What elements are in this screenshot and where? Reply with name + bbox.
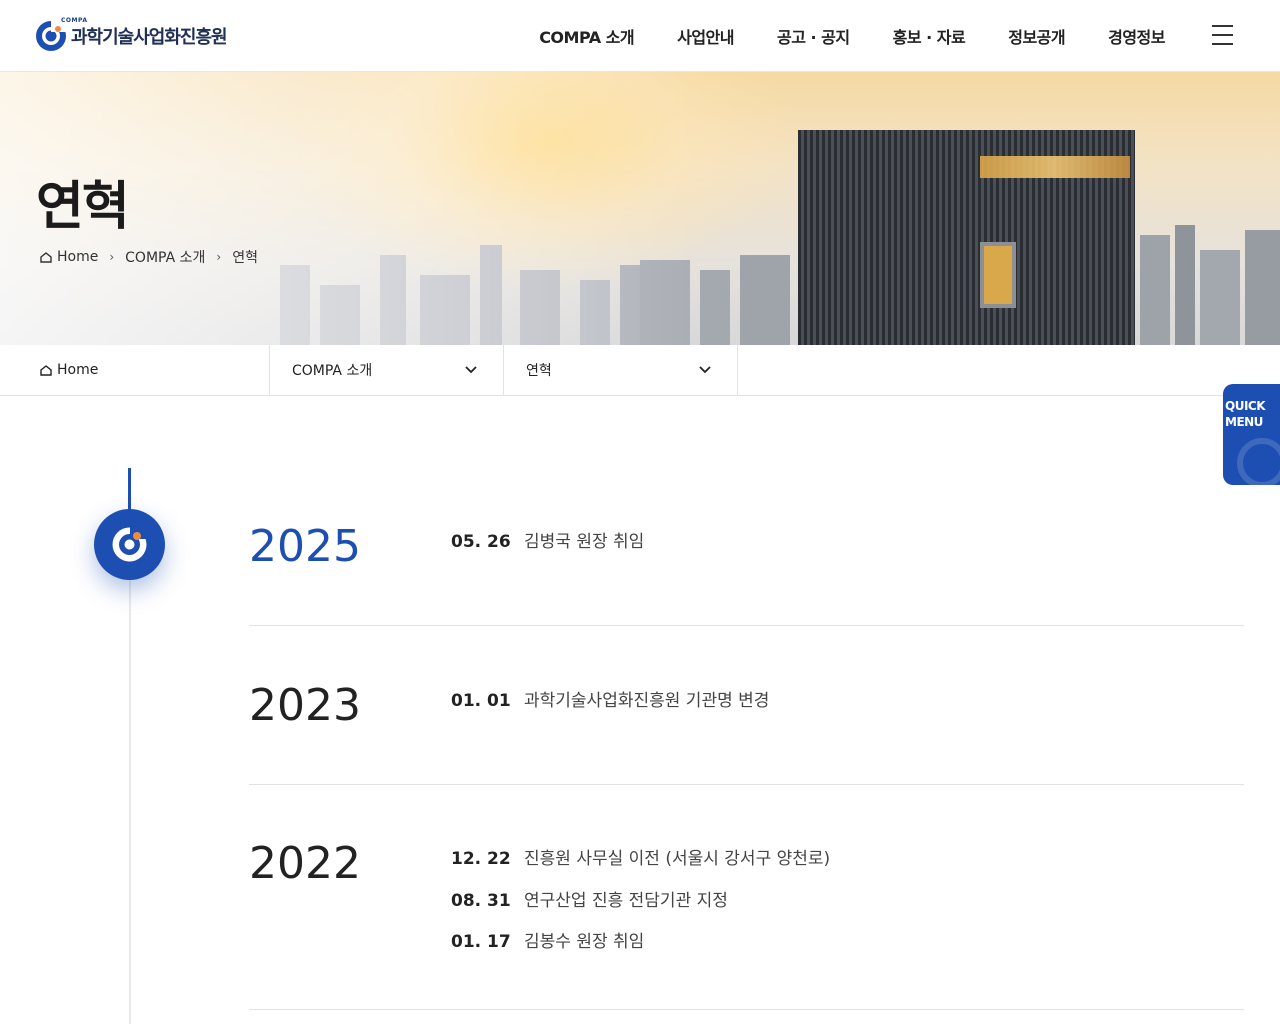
timeline-year-2023: 2023 01. 01 과학기술사업화진흥원 기관명 변경 [249,626,1244,785]
event-date: 01. 17 [451,932,511,952]
nav-item-compa-intro[interactable]: COMPA 소개 [539,24,634,48]
nav-item-pr[interactable]: 홍보 · 자료 [893,24,966,48]
event-date: 08. 31 [451,891,511,911]
quick-menu-line2: MENU [1225,415,1263,429]
event-date: 05. 26 [451,532,511,552]
event-date: 01. 01 [451,691,511,711]
timeline-year-2022: 2022 12. 22 진흥원 사무실 이전 (서울시 강서구 양천로) 08.… [249,785,1244,1010]
timeline-event: 08. 31 연구산업 진흥 전담기관 지정 [451,886,728,911]
timeline-event: 01. 17 김봉수 원장 취임 [451,927,644,952]
nav-item-business[interactable]: 사업안내 [677,24,734,48]
year-label: 2023 [249,680,361,731]
subnav-home-label: Home [57,362,99,378]
breadcrumb-home[interactable]: Home [57,249,98,265]
quick-menu-line1: QUICK [1225,399,1266,413]
event-text: 김봉수 원장 취임 [524,932,645,952]
year-label: 2022 [249,838,361,889]
chevron-down-icon [465,366,477,374]
breadcrumb-compa-intro[interactable]: COMPA 소개 [125,247,205,267]
breadcrumb-current: 연혁 [232,250,258,266]
home-icon [40,251,52,263]
event-text: 진흥원 사무실 이전 (서울시 강서구 양천로) [524,849,831,869]
subnav-dropdown-level2[interactable]: 연혁 [504,345,738,395]
subnav-dropdown-level1[interactable]: COMPA 소개 [270,345,504,395]
site-logo[interactable]: COMPA 과학기술사업화진흥원 [35,17,228,54]
breadcrumb: Home › COMPA 소개 › 연혁 [40,247,258,267]
quick-menu-logo-icon [1237,438,1280,485]
subnav-level1-label: COMPA 소개 [292,363,373,379]
page-title: 연혁 [36,177,130,237]
nav-item-notice[interactable]: 공고 · 공지 [777,24,850,48]
timeline-line-active [128,468,131,512]
timeline-event: 12. 22 진흥원 사무실 이전 (서울시 강서구 양천로) [451,844,830,869]
sub-navigation: Home COMPA 소개 연혁 [0,345,1280,396]
menu-icon[interactable] [1212,25,1233,45]
subnav-level2-label: 연혁 [526,363,552,379]
compa-logo-icon [112,525,150,562]
nav-item-disclosure[interactable]: 정보공개 [1008,24,1065,48]
compa-logo-icon [36,20,67,51]
timeline-event: 01. 01 과학기술사업화진흥원 기관명 변경 [451,686,769,711]
timeline-year-2025: 2025 05. 26 김병국 원장 취임 [249,490,1244,626]
event-text: 김병국 원장 취임 [524,532,645,552]
chevron-down-icon [699,366,711,374]
event-text: 연구산업 진흥 전담기관 지정 [524,891,728,911]
nav-item-management[interactable]: 경영정보 [1108,24,1165,48]
quick-menu-button[interactable]: QUICK MENU [1223,384,1280,485]
home-icon [40,364,52,376]
timeline-badge [94,509,165,580]
hero-banner: 연혁 Home › COMPA 소개 › 연혁 [0,72,1280,345]
event-text: 과학기술사업화진흥원 기관명 변경 [524,691,770,711]
timeline-event: 05. 26 김병국 원장 취임 [451,527,644,552]
event-date: 12. 22 [451,849,511,869]
year-label: 2025 [249,521,361,572]
chevron-right-icon: › [216,250,222,264]
main-nav: COMPA 소개 사업안내 공고 · 공지 홍보 · 자료 정보공개 경영정보 [496,0,1165,72]
logo-small-text: COMPA [61,17,88,24]
site-header: COMPA 과학기술사업화진흥원 COMPA 소개 사업안내 공고 · 공지 홍… [0,0,1280,72]
logo-text: 과학기술사업화진흥원 [71,27,228,48]
subnav-home[interactable]: Home [0,345,270,395]
chevron-right-icon: › [109,250,115,264]
